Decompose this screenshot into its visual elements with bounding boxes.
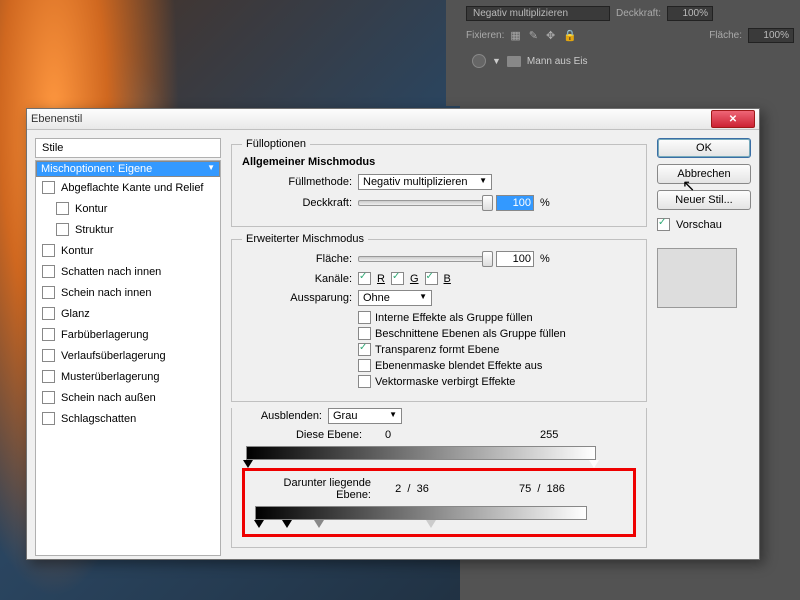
- advanced-blend-legend: Erweiterter Mischmodus: [242, 233, 368, 245]
- fill-label: Fläche:: [709, 30, 742, 41]
- this-layer-track[interactable]: [246, 446, 596, 460]
- blendif-label: Ausblenden:: [242, 410, 322, 422]
- fill-value[interactable]: 100%: [748, 28, 794, 43]
- visibility-icon[interactable]: [472, 54, 486, 68]
- dialog-title: Ebenenstil: [31, 113, 82, 125]
- opacity-value[interactable]: 100%: [667, 6, 713, 21]
- lock-label: Fixieren:: [466, 30, 504, 41]
- chevron-down-icon[interactable]: ▼: [492, 56, 501, 66]
- style-satin[interactable]: Glanz: [36, 303, 220, 324]
- check-mask-hides[interactable]: [358, 359, 371, 372]
- style-outer-glow[interactable]: Schein nach außen: [36, 387, 220, 408]
- channels-label: Kanäle:: [242, 273, 352, 285]
- opacity-slider[interactable]: [358, 200, 490, 206]
- style-contour[interactable]: Kontur: [36, 198, 220, 219]
- opacity-label-d: Deckkraft:: [242, 197, 352, 209]
- under-layer-label: Darunter liegende Ebene:: [251, 477, 371, 501]
- check-transparency[interactable]: [358, 343, 371, 356]
- style-color-overlay[interactable]: Farbüberlagerung: [36, 324, 220, 345]
- ok-button[interactable]: OK: [657, 138, 751, 158]
- area-label: Fläche:: [242, 253, 352, 265]
- folder-icon: [507, 56, 521, 67]
- cancel-button[interactable]: Abbrechen: [657, 164, 751, 184]
- opacity-label: Deckkraft:: [616, 8, 661, 19]
- styles-header: Stile: [35, 138, 221, 158]
- style-inner-shadow[interactable]: Schatten nach innen: [36, 261, 220, 282]
- blendif-select[interactable]: Grau: [328, 408, 402, 424]
- preview-swatch: [657, 248, 737, 308]
- channel-r-check[interactable]: [358, 272, 371, 285]
- check-vector-mask[interactable]: [358, 375, 371, 388]
- opacity-input[interactable]: 100: [496, 195, 534, 211]
- styles-list: Mischoptionen: Eigene Abgeflachte Kante …: [35, 160, 221, 556]
- area-input[interactable]: 100: [496, 251, 534, 267]
- style-texture[interactable]: Struktur: [36, 219, 220, 240]
- style-blending-options[interactable]: Mischoptionen: Eigene: [36, 161, 220, 177]
- fill-method-select[interactable]: Negativ multiplizieren: [358, 174, 492, 190]
- layer-name[interactable]: Mann aus Eis: [527, 56, 588, 67]
- style-bevel[interactable]: Abgeflachte Kante und Relief: [36, 177, 220, 198]
- style-stroke[interactable]: Kontur: [36, 240, 220, 261]
- new-style-button[interactable]: Neuer Stil...: [657, 190, 751, 210]
- lock-transparency-icon[interactable]: ▦: [510, 29, 520, 42]
- general-blend-header: Allgemeiner Mischmodus: [242, 156, 636, 168]
- lock-paint-icon[interactable]: ✎: [529, 29, 538, 42]
- style-pattern-overlay[interactable]: Musterüberlagerung: [36, 366, 220, 387]
- under-layer-track[interactable]: [255, 506, 587, 520]
- check-internal[interactable]: [358, 311, 371, 324]
- lock-position-icon[interactable]: ✥: [546, 29, 555, 42]
- fill-method-label: Füllmethode:: [242, 176, 352, 188]
- area-slider[interactable]: [358, 256, 490, 262]
- channel-g-check[interactable]: [391, 272, 404, 285]
- knockout-label: Aussparung:: [242, 292, 352, 304]
- channel-b-check[interactable]: [425, 272, 438, 285]
- fill-options-legend: Fülloptionen: [242, 138, 310, 150]
- lock-all-icon[interactable]: 🔒: [563, 29, 577, 42]
- style-inner-glow[interactable]: Schein nach innen: [36, 282, 220, 303]
- preview-check[interactable]: [657, 218, 670, 231]
- knockout-select[interactable]: Ohne: [358, 290, 432, 306]
- check-clipped[interactable]: [358, 327, 371, 340]
- blend-mode-select[interactable]: Negativ multiplizieren: [466, 6, 610, 21]
- style-drop-shadow[interactable]: Schlagschatten: [36, 408, 220, 429]
- close-button[interactable]: ✕: [711, 110, 755, 128]
- this-layer-label: Diese Ebene:: [242, 429, 362, 441]
- layer-style-dialog: Ebenenstil ✕ Stile Mischoptionen: Eigene…: [26, 108, 760, 560]
- style-gradient-overlay[interactable]: Verlaufsüberlagerung: [36, 345, 220, 366]
